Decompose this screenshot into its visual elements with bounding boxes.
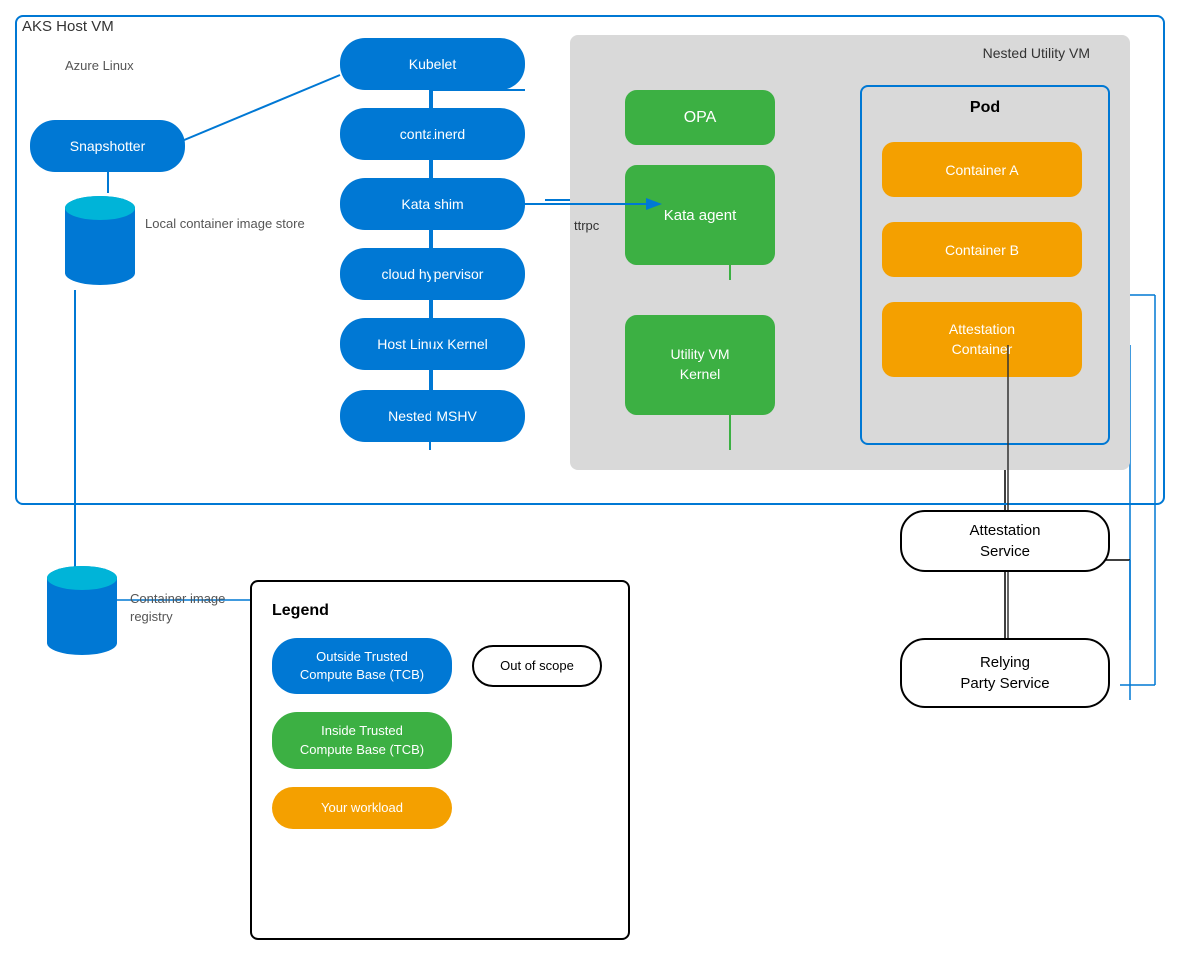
kata-agent-component: Kata agent — [625, 165, 775, 265]
kubelet-component: Kubelet — [340, 38, 525, 90]
local-store-cylinder — [60, 190, 140, 290]
legend-orange-pill: Your workload — [272, 787, 452, 829]
registry-label: Container imageregistry — [130, 590, 225, 626]
snapshotter-component: Snapshotter — [30, 120, 185, 172]
relying-party-service-box: Relying Party Service — [900, 638, 1110, 708]
legend-title: Legend — [272, 602, 608, 620]
container-a: Container A — [882, 142, 1082, 197]
legend-green-pill: Inside TrustedCompute Base (TCB) — [272, 712, 452, 768]
kata-shim-component: Kata shim — [340, 178, 525, 230]
legend-item-blue: Outside TrustedCompute Base (TCB) Out of… — [272, 638, 608, 694]
attestation-container: Attestation Container — [882, 302, 1082, 377]
container-b: Container B — [882, 222, 1082, 277]
registry-cylinder — [42, 560, 122, 660]
legend-item-orange: Your workload — [272, 787, 608, 829]
nested-mshv-component: Nested MSHV — [340, 390, 525, 442]
ttrpc-label: ttrpc — [574, 218, 599, 233]
attestation-service-box: Attestation Service — [900, 510, 1110, 572]
legend-item-green: Inside TrustedCompute Base (TCB) — [272, 712, 608, 768]
diagram-container: AKS Host VM Azure Linux Nested Utility V… — [0, 0, 1183, 969]
containerd-component: containerd — [340, 108, 525, 160]
nested-utility-vm-box: Nested Utility VM OPA Kata agent Utility… — [570, 35, 1130, 470]
legend-blue-pill: Outside TrustedCompute Base (TCB) — [272, 638, 452, 694]
pod-label: Pod — [970, 99, 1000, 117]
local-store-label: Local container image store — [145, 215, 305, 233]
opa-component: OPA — [625, 90, 775, 145]
pod-box: Pod Container A Container B Attestation … — [860, 85, 1110, 445]
host-linux-kernel-component: Host Linux Kernel — [340, 318, 525, 370]
nested-utility-vm-label: Nested Utility VM — [983, 45, 1090, 61]
utility-vm-kernel-component: Utility VM Kernel — [625, 315, 775, 415]
legend-outline-pill: Out of scope — [472, 645, 602, 687]
azure-linux-label: Azure Linux — [65, 58, 134, 73]
aks-host-vm-label: AKS Host VM — [22, 18, 114, 35]
legend-box: Legend Outside TrustedCompute Base (TCB)… — [250, 580, 630, 940]
cloud-hypervisor-component: cloud hypervisor — [340, 248, 525, 300]
